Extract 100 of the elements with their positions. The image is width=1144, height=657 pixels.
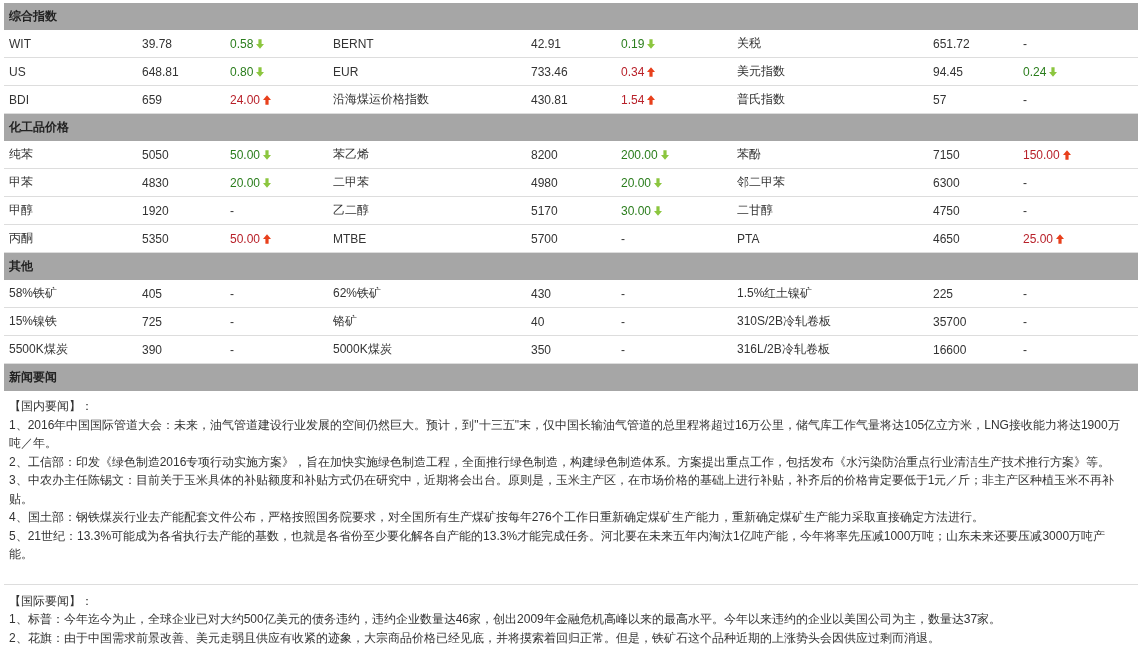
- commodity-name: 关税: [737, 35, 761, 52]
- price-change: 50.00: [230, 231, 261, 246]
- commodity-name: 甲苯: [9, 174, 33, 191]
- price-change: 0.80: [230, 64, 254, 79]
- price-value: 390: [142, 342, 163, 357]
- price-value: 57: [933, 92, 947, 107]
- price-change: 200.00: [621, 147, 658, 162]
- price-value: 94.45: [933, 64, 964, 79]
- price-value: 405: [142, 286, 163, 301]
- commodity-name: 5000K煤炭: [333, 341, 392, 358]
- price-value: 1920: [142, 203, 169, 218]
- price-value: 7150: [933, 147, 960, 162]
- up-arrow-icon: [647, 66, 656, 77]
- commodity-name: US: [9, 64, 26, 79]
- price-value: 40: [531, 314, 545, 329]
- price-value: 5350: [142, 231, 169, 246]
- news-item: 3、中农办主任陈锡文：目前关于玉米具体的补贴额度和补贴方式仍在研究中，近期将会出台。原则是，玉米主产区，在市场价格的基础上进行补贴，补齐后的价格肯定要低于1元／斤；非主产区种植玉米不再补贴。: [9, 472, 1116, 508]
- price-value: 4830: [142, 175, 169, 190]
- price-change: 0.58: [230, 36, 254, 51]
- commodity-name: PTA: [737, 231, 760, 246]
- price-value: 4650: [933, 231, 960, 246]
- price-change: -: [1023, 314, 1027, 329]
- section-header: 其他: [4, 253, 1138, 280]
- commodity-name: BERNT: [333, 36, 374, 51]
- price-change: -: [230, 286, 234, 301]
- price-value: 39.78: [142, 36, 173, 51]
- down-arrow-icon: [263, 149, 272, 160]
- price-change: 0.19: [621, 36, 645, 51]
- commodity-name: BDI: [9, 92, 29, 107]
- price-value: 733.46: [531, 64, 568, 79]
- price-change: 20.00: [621, 175, 652, 190]
- commodity-name: 普氏指数: [737, 91, 785, 108]
- price-change: 1.54: [621, 92, 645, 107]
- down-arrow-icon: [1049, 66, 1058, 77]
- price-change: 30.00: [621, 203, 652, 218]
- price-change: -: [230, 203, 234, 218]
- up-arrow-icon: [647, 94, 656, 105]
- price-value: 350: [531, 342, 552, 357]
- news-group-heading: 【国际要闻】：: [9, 592, 94, 610]
- price-value: 6300: [933, 175, 960, 190]
- price-value: 5170: [531, 203, 558, 218]
- up-arrow-icon: [263, 94, 272, 105]
- price-value: 225: [933, 286, 954, 301]
- commodity-name: 铬矿: [333, 313, 357, 330]
- up-arrow-icon: [1056, 233, 1065, 244]
- price-change: -: [621, 314, 625, 329]
- down-arrow-icon: [256, 66, 265, 77]
- news-group-heading: 【国内要闻】：: [9, 398, 94, 415]
- price-change: -: [1023, 286, 1027, 301]
- price-change: -: [1023, 175, 1027, 190]
- commodity-name: EUR: [333, 64, 359, 79]
- price-change: -: [621, 342, 625, 357]
- commodity-name: 邻二甲苯: [737, 174, 785, 191]
- commodity-name: 纯苯: [9, 146, 33, 163]
- commodity-name: 丙酮: [9, 230, 33, 247]
- commodity-name: 62%铁矿: [333, 285, 382, 302]
- price-value: 4980: [531, 175, 558, 190]
- down-arrow-icon: [660, 149, 669, 160]
- price-change: -: [621, 231, 625, 246]
- price-value: 35700: [933, 314, 967, 329]
- price-change: 25.00: [1023, 231, 1054, 246]
- price-value: 648.81: [142, 64, 179, 79]
- down-arrow-icon: [256, 38, 265, 49]
- price-change: 24.00: [230, 92, 261, 107]
- price-value: 42.91: [531, 36, 562, 51]
- price-value: 430.81: [531, 92, 568, 107]
- section-header: 新闻要闻: [4, 364, 1138, 391]
- price-value: 5700: [531, 231, 558, 246]
- price-value: 651.72: [933, 36, 970, 51]
- down-arrow-icon: [654, 177, 663, 188]
- commodity-name: 316L/2B冷轧卷板: [737, 341, 830, 358]
- commodity-name: 5500K煤炭: [9, 341, 68, 358]
- price-change: -: [230, 342, 234, 357]
- news-item: 2、花旗：由于中国需求前景改善、美元走弱且供应有收紧的迹象，大宗商品价格已经见底，并将摸索着回归正常。但是，铁矿石这个品种近期的上涨势头会因供应过剩而消退。: [9, 629, 941, 647]
- commodity-name: 美元指数: [737, 63, 785, 80]
- news-item: 4、国土部：钢铁煤炭行业去产能配套文件公布，严格按照国务院要求，对全国所有生产煤矿按每年276个工作日重新确定煤矿生产能力，重新确定煤矿生产能力采取直接确定方法进行。: [9, 509, 985, 526]
- commodity-name: 沿海煤运价格指数: [333, 91, 429, 108]
- news-item: 2、工信部：印发《绿色制造2016专项行动实施方案》，旨在加快实施绿色制造工程，全面推行绿色制造，构建绿色制造体系。方案提出重点工作，包括发布《水污染防治重点行业清洁生产技术推行方案》等。: [9, 453, 1112, 471]
- price-change: 50.00: [230, 147, 261, 162]
- commodity-name: 58%铁矿: [9, 285, 58, 302]
- commodity-name: 1.5%红土镍矿: [737, 285, 813, 302]
- down-arrow-icon: [654, 205, 663, 216]
- price-value: 8200: [531, 147, 558, 162]
- commodity-name: 甲醇: [9, 202, 33, 219]
- commodity-name: MTBE: [333, 231, 367, 246]
- price-change: 0.34: [621, 64, 645, 79]
- commodity-name: 乙二醇: [333, 202, 369, 219]
- price-change: -: [1023, 92, 1027, 107]
- section-header: 综合指数: [4, 3, 1138, 30]
- news-item: 5、21世纪：13.3%可能成为各省执行去产能的基数，也就是各省份至少要化解各自产能的13.3%才能完成任务。河北要在未来五年内淘汰1亿吨产能，今年将率先压减1000万吨；山东未来还要压减3000万吨产能。: [9, 527, 1107, 563]
- commodity-name: 苯酚: [737, 146, 761, 163]
- commodity-name: WIT: [9, 36, 31, 51]
- down-arrow-icon: [263, 177, 272, 188]
- price-change: -: [1023, 36, 1027, 51]
- up-arrow-icon: [1062, 149, 1071, 160]
- price-change: 20.00: [230, 175, 261, 190]
- commodity-name: 苯乙烯: [333, 146, 369, 163]
- down-arrow-icon: [647, 38, 656, 49]
- price-value: 659: [142, 92, 163, 107]
- price-change: -: [1023, 203, 1027, 218]
